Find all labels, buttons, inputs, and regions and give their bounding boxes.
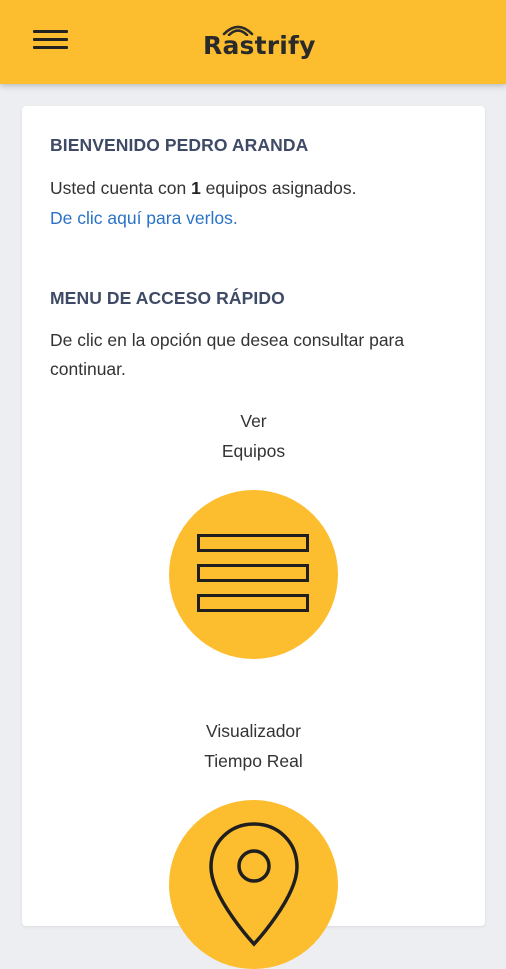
menu-line (33, 30, 68, 33)
list-icon (197, 534, 309, 624)
visualizador-tiempo-real-button[interactable] (169, 800, 338, 969)
assigned-equipment-text: Usted cuenta con 1 equipos asignados. (50, 174, 356, 203)
menu-line (33, 38, 68, 41)
option-label-line: Tiempo Real (204, 751, 303, 771)
location-pin-icon (209, 822, 299, 947)
quick-access-title: MENU DE ACCESO RÁPIDO (50, 288, 285, 308)
option-label-line: Equipos (221, 441, 286, 461)
option-label-line: Visualizador (205, 721, 301, 741)
hamburger-menu-icon[interactable] (33, 27, 69, 53)
home-card: BIENVENIDO PEDRO ARANDA Usted cuenta con… (22, 106, 485, 969)
option-label-visualizador[interactable]: Visualizador Tiempo Real (22, 716, 485, 776)
assigned-suffix: equipos asignados. (200, 178, 357, 198)
welcome-title: BIENVENIDO PEDRO ARANDA (50, 135, 309, 155)
assigned-prefix: Usted cuenta con (50, 178, 192, 198)
option-label-line: Ver (240, 411, 267, 431)
brand-logo: Rastrify (203, 20, 328, 62)
menu-line (33, 46, 68, 49)
list-icon-bar (197, 534, 309, 552)
list-icon-bar (197, 594, 309, 612)
app-header: Rastrify (0, 0, 506, 84)
ver-equipos-button[interactable] (169, 490, 338, 659)
view-equipment-link[interactable]: De clic aquí para verlos. (50, 204, 238, 233)
list-icon-bar (197, 564, 309, 582)
quick-access-instruction: De clic en la opción que desea consultar… (50, 330, 405, 379)
option-label-ver-equipos[interactable]: Ver Equipos (22, 406, 485, 466)
brand-name: Rastrify (203, 31, 316, 60)
assigned-count: 1 (191, 178, 201, 198)
